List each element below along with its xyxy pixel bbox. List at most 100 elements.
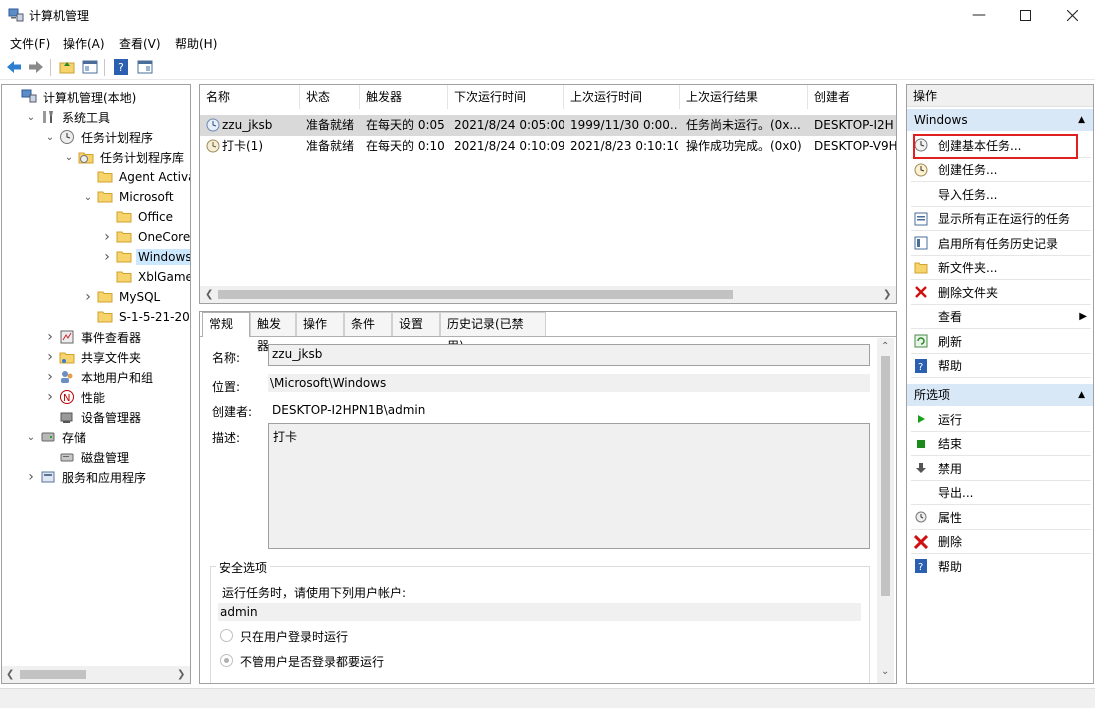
action-item[interactable]: ? 帮助	[907, 554, 1093, 578]
column-header-last-run[interactable]: 上次运行时间	[564, 85, 680, 109]
tree-item[interactable]: › MySQL	[82, 287, 162, 307]
scroll-thumb[interactable]	[218, 290, 733, 299]
tree-item[interactable]: ⌄ 系统工具	[25, 107, 112, 127]
tree-item[interactable]: ⌄ 任务计划程序库	[63, 147, 186, 167]
scroll-thumb[interactable]	[20, 670, 86, 679]
forward-button[interactable]	[26, 57, 46, 77]
author-value: DESKTOP-I2HPN1B\admin	[272, 403, 426, 417]
action-item[interactable]: 启用所有任务历史记录	[907, 231, 1093, 255]
menu-file[interactable]: 文件(F)	[10, 35, 50, 52]
description-field[interactable]: 打卡	[268, 423, 870, 549]
action-item[interactable]: 删除文件夹	[907, 280, 1093, 304]
scroll-right-icon[interactable]: ❯	[883, 289, 891, 300]
action-item[interactable]: 显示所有正在运行的任务	[907, 207, 1093, 231]
menu-view[interactable]: 查看(V)	[119, 35, 161, 52]
column-header-status[interactable]: 状态	[300, 85, 360, 109]
collapsed-chevron-icon[interactable]: ›	[82, 287, 94, 307]
scroll-left-icon[interactable]: ❮	[205, 289, 213, 300]
scroll-up-icon[interactable]: ⌃	[881, 341, 889, 352]
minimize-button[interactable]: —	[956, 0, 1002, 30]
action-item[interactable]: 禁用	[907, 456, 1093, 480]
tree-item[interactable]: › N 性能	[44, 387, 107, 407]
action-item[interactable]: 新文件夹...	[907, 256, 1093, 280]
tree-item[interactable]: 磁盘管理	[44, 447, 131, 467]
tab-settings[interactable]: 设置	[392, 312, 440, 336]
up-folder-button[interactable]	[57, 57, 77, 77]
tree-item[interactable]: ⌄ 存储	[25, 427, 88, 447]
tree-item[interactable]: XblGameSa	[101, 267, 190, 287]
tree-item[interactable]: › 事件查看器	[44, 327, 143, 347]
tree-item[interactable]: Agent Activatio	[82, 167, 190, 187]
radio-run-only-logged-on[interactable]	[220, 629, 233, 642]
tree-item[interactable]: Office	[101, 207, 175, 227]
collapsed-chevron-icon[interactable]: ›	[101, 247, 113, 267]
tab-conditions[interactable]: 条件	[344, 312, 392, 336]
tree-item[interactable]: › Windows	[101, 247, 190, 267]
collapsed-chevron-icon[interactable]: ›	[101, 227, 113, 247]
help-button[interactable]: ?	[111, 57, 131, 77]
tree-horizontal-scrollbar[interactable]: ❮ ❯	[2, 666, 190, 683]
maximize-button[interactable]	[1002, 0, 1048, 30]
expanded-chevron-icon[interactable]: ⌄	[82, 187, 94, 207]
collapsed-chevron-icon[interactable]: ›	[44, 387, 56, 407]
radio-run-whether-logged-on[interactable]	[220, 654, 233, 667]
tree-item[interactable]: › OneCore	[101, 227, 190, 247]
actions-pane: 操作 Windows ▲ 创建基本任务... 创建任务... 导入任务... 显示所有…	[906, 84, 1094, 684]
task-list[interactable]: 名称 状态 触发器 下次运行时间 上次运行时间 上次运行结果 创建者 zzu_j…	[199, 84, 897, 304]
console-tree[interactable]: 计算机管理(本地) ⌄ 系统工具 ⌄ 任务计划程序 ⌄ 任务计划程序库 Agent Activ…	[1, 84, 191, 684]
action-item[interactable]: ? 帮助	[907, 354, 1093, 378]
menu-help[interactable]: 帮助(H)	[175, 35, 217, 52]
expanded-chevron-icon[interactable]: ⌄	[63, 147, 75, 167]
action-item[interactable]: 查看 ▶	[907, 305, 1093, 329]
scroll-down-icon[interactable]: ⌄	[881, 666, 889, 677]
show-hide-tree-button[interactable]	[80, 57, 100, 77]
scroll-left-icon[interactable]: ❮	[6, 669, 14, 680]
column-header-author[interactable]: 创建者	[808, 85, 896, 109]
tasklist-horizontal-scrollbar[interactable]: ❮ ❯	[200, 286, 896, 303]
tree-item[interactable]: 设备管理器	[44, 407, 143, 427]
action-item[interactable]: 属性	[907, 505, 1093, 529]
close-button[interactable]	[1049, 0, 1095, 30]
tree-item[interactable]: ⌄ Microsoft	[82, 187, 176, 207]
tree-item[interactable]: › 服务和应用程序	[25, 467, 148, 487]
tree-item[interactable]: ⌄ 任务计划程序	[44, 127, 155, 147]
tree-item[interactable]: › 本地用户和组	[44, 367, 155, 387]
tab-triggers[interactable]: 触发器	[250, 312, 296, 353]
collapsed-chevron-icon[interactable]: ›	[44, 327, 56, 347]
task-row[interactable]: 打卡(1) 准备就绪 在每天的 0:10 2021/8/24 0:10:09 2…	[200, 136, 896, 157]
tab-general[interactable]: 常规	[202, 312, 250, 337]
action-item[interactable]: 导出...	[907, 481, 1093, 505]
collapsed-chevron-icon[interactable]: ›	[44, 367, 56, 387]
tree-item[interactable]: 计算机管理(本地)	[6, 87, 138, 107]
action-item[interactable]: 删除	[907, 530, 1093, 554]
menu-action[interactable]: 操作(A)	[63, 35, 105, 52]
column-header-name[interactable]: 名称	[200, 85, 300, 109]
name-field[interactable]: zzu_jksb	[268, 344, 870, 366]
action-item[interactable]: 结束	[907, 432, 1093, 456]
column-header-trigger[interactable]: 触发器	[360, 85, 448, 109]
tree-item[interactable]: › 共享文件夹	[44, 347, 143, 367]
column-header-next-run[interactable]: 下次运行时间	[448, 85, 564, 109]
collapsed-chevron-icon[interactable]: ›	[44, 347, 56, 367]
action-item-label: 显示所有正在运行的任务	[938, 212, 1071, 226]
column-header-last-result[interactable]: 上次运行结果	[680, 85, 808, 109]
collapsed-chevron-icon[interactable]: ›	[25, 467, 37, 487]
action-item[interactable]: 创建任务...	[907, 158, 1093, 182]
tab-actions[interactable]: 操作	[296, 312, 344, 336]
expanded-chevron-icon[interactable]: ⌄	[44, 127, 56, 147]
actions-section-selected[interactable]: 所选项 ▲	[907, 384, 1093, 406]
scroll-right-icon[interactable]: ❯	[177, 669, 185, 680]
action-item[interactable]: 刷新	[907, 329, 1093, 353]
scroll-thumb[interactable]	[881, 356, 890, 596]
actions-section-windows[interactable]: Windows ▲	[907, 109, 1093, 131]
expanded-chevron-icon[interactable]: ⌄	[25, 427, 37, 447]
tab-history[interactable]: 历史记录(已禁用)	[440, 312, 546, 353]
show-hide-action-pane-button[interactable]	[135, 57, 155, 77]
action-item[interactable]: 导入任务...	[907, 182, 1093, 206]
back-button[interactable]	[4, 57, 24, 77]
action-item[interactable]: 运行	[907, 407, 1093, 431]
task-row[interactable]: zzu_jksb 准备就绪 在每天的 0:05 2021/8/24 0:05:0…	[200, 115, 896, 136]
tree-item[interactable]: S-1-5-21-20525	[82, 307, 190, 327]
expanded-chevron-icon[interactable]: ⌄	[25, 107, 37, 127]
detail-vertical-scrollbar[interactable]: ⌃ ⌄	[877, 338, 894, 683]
